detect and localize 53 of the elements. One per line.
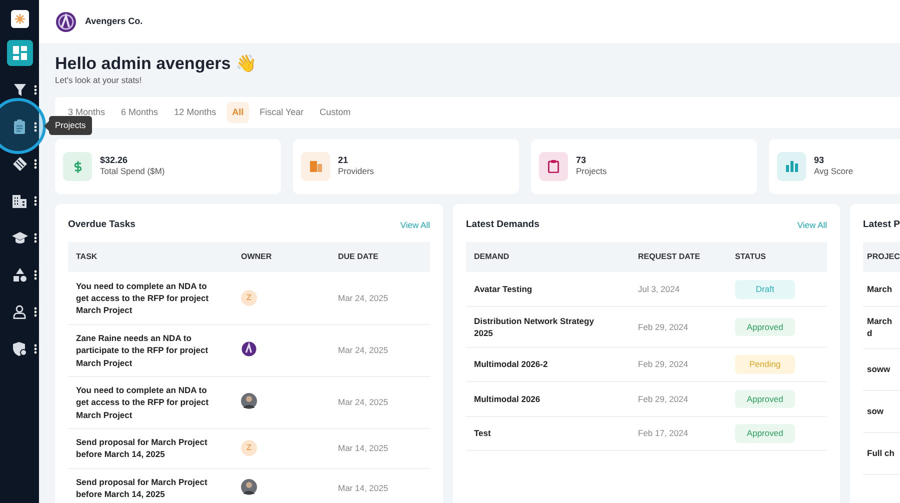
project-name: sow xyxy=(863,390,900,432)
column-header: DEMAND xyxy=(466,242,630,272)
demand-name: Multimodal 2026 xyxy=(466,381,630,416)
page-title: Hello admin avengers 👋 xyxy=(55,54,258,74)
avatar: Z xyxy=(241,440,257,456)
date-text: Mar 24, 2025 xyxy=(330,324,430,376)
date-text: Mar 14, 2025 xyxy=(330,428,430,468)
date-text: Jul 3, 2024 xyxy=(630,272,727,306)
project-name: March xyxy=(863,272,900,306)
task-text: Send proposal for March Project before March 14, 2025 xyxy=(68,428,233,468)
status-badge: Draft xyxy=(735,280,795,299)
project-name: March d xyxy=(863,306,900,348)
status-badge: Approved xyxy=(735,318,795,336)
date-text: Feb 29, 2024 xyxy=(630,381,727,416)
stat-label: Providers xyxy=(338,166,374,178)
stat-value: 21 xyxy=(338,155,350,166)
status-badge: Approved xyxy=(735,424,795,443)
task-text: You need to complete an NDA to get access to the RFP for project March Project xyxy=(68,376,233,428)
column-header: DUE DATE xyxy=(330,242,430,272)
stat-label: Projects xyxy=(576,166,607,178)
demand-name: Multimodal 2026-2 xyxy=(466,347,630,382)
demand-name: Distribution Network Strategy 2025 xyxy=(466,306,630,348)
column-header: OWNER xyxy=(233,242,330,272)
avatar: Z xyxy=(241,290,257,306)
stat-value: $32.26 xyxy=(100,155,129,166)
company-name: Avengers Co. xyxy=(85,14,143,28)
stat-label: Avg Score xyxy=(814,166,854,178)
project-name: Full ch xyxy=(863,432,900,474)
panel-title: Latest Demands xyxy=(466,218,540,232)
column-header: TASK xyxy=(68,242,233,272)
stat-label: Total Spend ($M) xyxy=(100,166,165,178)
panel-title: Overdue Tasks xyxy=(68,218,136,232)
column-header: STATUS xyxy=(727,242,827,272)
task-text: You need to complete an NDA to get access to the RFP for project March Project xyxy=(68,272,233,324)
status-badge: Pending xyxy=(735,355,795,374)
project-name: soww xyxy=(863,348,900,390)
date-text: Mar 14, 2025 xyxy=(330,468,430,503)
date-text: Mar 24, 2025 xyxy=(330,376,430,428)
stat-value: 73 xyxy=(576,155,588,166)
panel-title: Latest P xyxy=(863,218,900,232)
date-text: Feb 29, 2024 xyxy=(630,347,727,382)
stat-value: 93 xyxy=(814,155,826,166)
column-header: REQUEST DATE xyxy=(630,242,727,272)
date-text: Feb 29, 2024 xyxy=(630,306,727,348)
task-text: Send proposal for March Project before March 14, 2025 xyxy=(68,468,233,503)
demand-name: Test xyxy=(466,416,630,450)
date-text: Mar 24, 2025 xyxy=(330,272,430,324)
date-text: Feb 17, 2024 xyxy=(630,416,727,450)
demand-name: Avatar Testing xyxy=(466,272,630,306)
column-header: PROJEC xyxy=(863,242,900,272)
status-badge: Approved xyxy=(735,390,795,408)
page-subtitle: Let's look at your stats! xyxy=(55,74,143,88)
task-text: Zane Raine needs an NDA to participate to the RFP for project March Project xyxy=(68,324,233,376)
